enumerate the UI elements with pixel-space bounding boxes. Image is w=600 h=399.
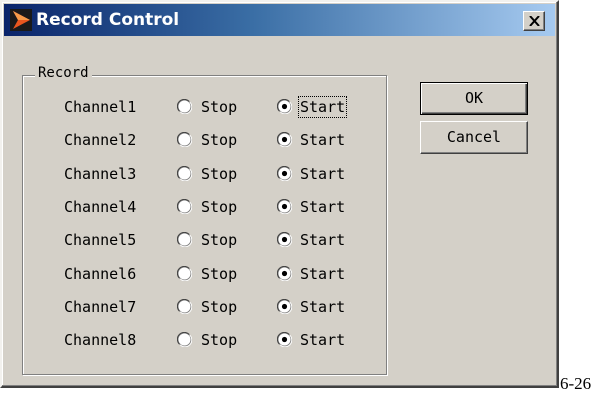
stop-radio[interactable] — [176, 331, 193, 348]
start-radio[interactable] — [276, 265, 293, 282]
start-radio[interactable] — [276, 198, 293, 215]
stop-option-label[interactable]: Stop — [200, 164, 238, 184]
stop-option-label[interactable]: Stop — [200, 330, 238, 350]
start-option-label[interactable]: Start — [299, 130, 346, 150]
channel-label: Channel8 — [64, 331, 137, 349]
channel-row: Channel7 Stop Start — [2, 294, 382, 320]
start-radio[interactable] — [276, 131, 293, 148]
start-radio[interactable] — [276, 98, 293, 115]
title-bar[interactable]: Record Control — [4, 4, 555, 36]
start-option-label[interactable]: Start — [299, 164, 346, 184]
app-arrow-icon — [10, 9, 32, 31]
stop-radio[interactable] — [176, 198, 193, 215]
channel-label: Channel2 — [64, 131, 137, 149]
ok-button[interactable]: OK — [420, 82, 528, 115]
start-option-label[interactable]: Start — [299, 264, 346, 284]
stop-option-label[interactable]: Stop — [200, 264, 238, 284]
figure-caption: 6-26 — [560, 374, 592, 393]
stop-option-label[interactable]: Stop — [200, 97, 238, 117]
channel-label: Channel1 — [64, 98, 137, 116]
channel-row: Channel6 Stop Start — [2, 261, 382, 287]
record-group-label: Record — [35, 64, 92, 82]
stop-radio[interactable] — [176, 231, 193, 248]
channel-row: Channel5 Stop Start — [2, 227, 382, 253]
start-radio[interactable] — [276, 165, 293, 182]
start-option-label[interactable]: Start — [299, 330, 346, 350]
channel-row: Channel2 Stop Start — [2, 127, 382, 153]
cancel-button[interactable]: Cancel — [420, 121, 528, 154]
start-option-label[interactable]: Start — [299, 197, 346, 217]
record-control-dialog: Record Control Record Channel1 Stop Start C… — [0, 0, 559, 388]
start-option-label[interactable]: Start — [299, 297, 346, 317]
channel-label: Channel7 — [64, 298, 137, 316]
channel-row: Channel3 Stop Start — [2, 161, 382, 187]
channel-label: Channel5 — [64, 231, 137, 249]
stop-option-label[interactable]: Stop — [200, 197, 238, 217]
start-radio[interactable] — [276, 298, 293, 315]
stop-option-label[interactable]: Stop — [200, 297, 238, 317]
window-title: Record Control — [36, 10, 180, 30]
stop-radio[interactable] — [176, 98, 193, 115]
channel-label: Channel6 — [64, 265, 137, 283]
start-option-label[interactable]: Start — [299, 230, 346, 250]
stop-radio[interactable] — [176, 298, 193, 315]
stop-radio[interactable] — [176, 265, 193, 282]
start-option-label[interactable]: Start — [297, 96, 348, 118]
channel-label: Channel4 — [64, 198, 137, 216]
stop-option-label[interactable]: Stop — [200, 130, 238, 150]
stop-radio[interactable] — [176, 131, 193, 148]
channel-row: Channel8 Stop Start — [2, 327, 382, 353]
channel-row: Channel4 Stop Start — [2, 194, 382, 220]
stop-radio[interactable] — [176, 165, 193, 182]
start-radio[interactable] — [276, 231, 293, 248]
channel-label: Channel3 — [64, 165, 137, 183]
stop-option-label[interactable]: Stop — [200, 230, 238, 250]
start-radio[interactable] — [276, 331, 293, 348]
channel-row: Channel1 Stop Start — [2, 94, 382, 120]
close-button[interactable] — [523, 11, 545, 31]
